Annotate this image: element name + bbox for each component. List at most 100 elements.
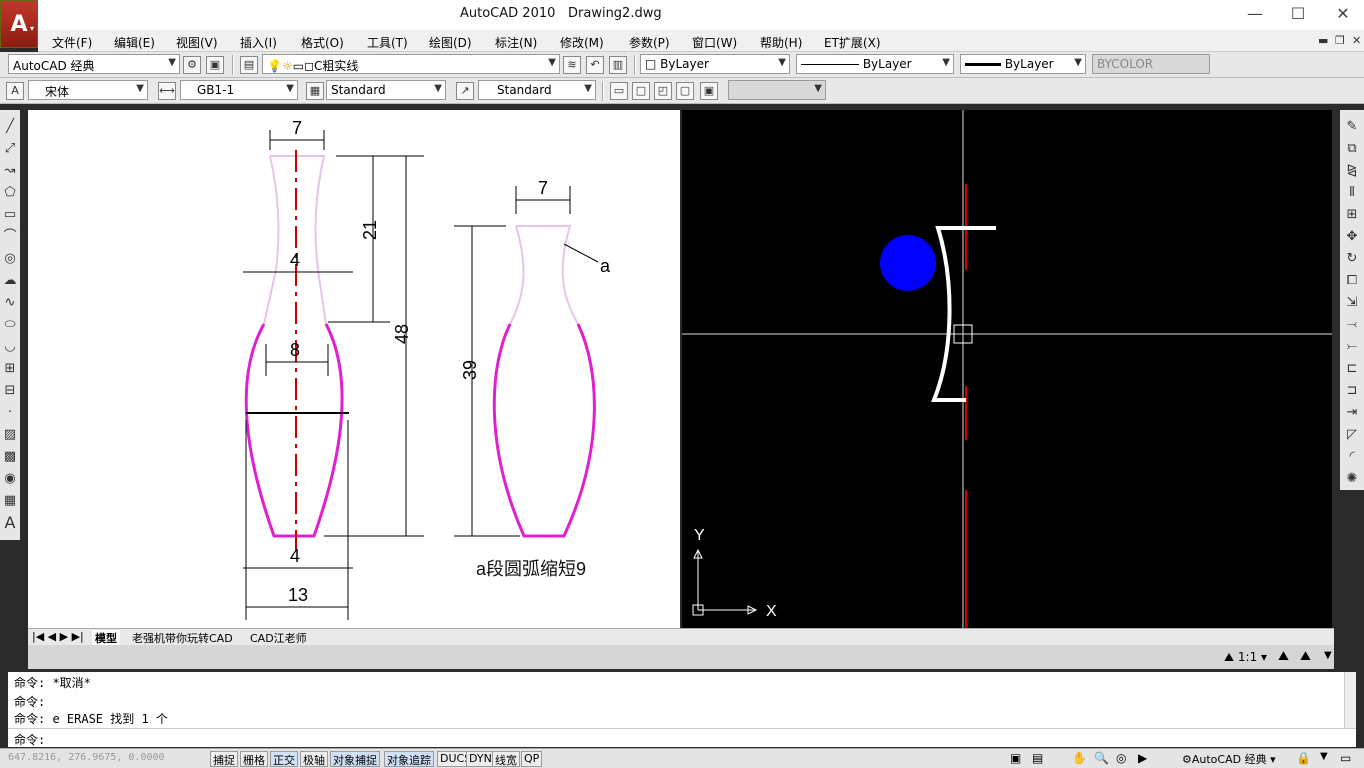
ellipse-arc-icon[interactable]: ◡ [1, 338, 19, 356]
text-style-icon[interactable]: A [6, 82, 24, 100]
auto-scale-icon[interactable]: ⛰ [1300, 649, 1311, 664]
toggle-qp[interactable]: QP [521, 751, 543, 767]
tab-nav-icon[interactable]: |◀ ◀ ▶ ▶| [32, 630, 84, 643]
tab-layout2[interactable]: CAD江老师 [250, 630, 307, 646]
chevron-down-icon[interactable]: ▼ [1320, 751, 1328, 762]
tab-layout1[interactable]: 老强机带你玩转CAD [132, 630, 233, 646]
workspace-settings-icon[interactable]: ▣ [206, 56, 224, 74]
toggle-snap[interactable]: 捕捉 [210, 751, 238, 767]
toggle-osnap[interactable]: 对象捕捉 [330, 751, 380, 767]
chamfer-icon[interactable]: ◸ [1343, 426, 1361, 444]
mtext-icon[interactable]: A [1, 514, 19, 532]
menu-format[interactable]: 格式(O) [301, 34, 344, 51]
menu-dimension[interactable]: 标注(N) [495, 34, 537, 51]
move-icon[interactable]: ✥ [1343, 228, 1361, 246]
toggle-polar[interactable]: 极轴 [300, 751, 328, 767]
minimize-button[interactable]: — [1240, 4, 1270, 24]
color-select[interactable]: □ ByLayer ▼ [640, 54, 790, 74]
workspace-switch[interactable]: ⚙AutoCAD 经典 ▾ [1182, 751, 1276, 767]
make-block-icon[interactable]: ⊟ [1, 382, 19, 400]
dim-style-icon[interactable]: ⟷ [158, 82, 176, 100]
viewport-dialog-icon[interactable]: ▭ [610, 82, 628, 100]
menu-params[interactable]: 参数(P) [629, 34, 670, 51]
array-icon[interactable]: ⊞ [1343, 206, 1361, 224]
ellipse-icon[interactable]: ⬭ [1, 316, 19, 334]
break-icon[interactable]: ⊐ [1343, 382, 1361, 400]
menu-modify[interactable]: 修改(M) [560, 34, 604, 51]
viewport-scale-select[interactable]: ▼ [728, 80, 826, 100]
annotation-visibility-icon[interactable]: ⛰ [1278, 649, 1289, 664]
spline-icon[interactable]: ∿ [1, 294, 19, 312]
multileader-style-select[interactable]: Standard ▼ [478, 80, 596, 100]
dim-style-select[interactable]: GB1-1 ▼ [180, 80, 298, 100]
menu-draw[interactable]: 绘图(D) [429, 34, 472, 51]
offset-icon[interactable]: ⫴ [1343, 184, 1361, 202]
revcloud-icon[interactable]: ☁ [1, 272, 19, 290]
layer-previous-icon[interactable]: ↶ [586, 56, 604, 74]
annotation-scale[interactable]: ⛰ 1:1 ▾ [1224, 650, 1267, 665]
lineweight-select[interactable]: ByLayer ▼ [960, 54, 1086, 74]
doc-close-icon[interactable]: ✕ [1352, 34, 1361, 47]
rectangle-icon[interactable]: ▭ [1, 206, 19, 224]
workspace-select[interactable]: AutoCAD 经典 ▼ [8, 54, 180, 74]
showmotion-icon[interactable]: ▶ [1138, 751, 1147, 765]
copy-icon[interactable]: ⧉ [1343, 140, 1361, 158]
toggle-otrack[interactable]: 对象追踪 [384, 751, 434, 767]
stretch-icon[interactable]: ⇲ [1343, 294, 1361, 312]
extend-icon[interactable]: ⤚ [1343, 338, 1361, 356]
fillet-icon[interactable]: ◜ [1343, 448, 1361, 466]
make-current-layer-icon[interactable]: ≋ [563, 56, 581, 74]
join-icon[interactable]: ⇥ [1343, 404, 1361, 422]
polyline-icon[interactable]: ↝ [1, 162, 19, 180]
rotate-icon[interactable]: ↻ [1343, 250, 1361, 268]
history-scrollbar[interactable] [1344, 672, 1356, 728]
line-icon[interactable]: ╱ [1, 118, 19, 136]
close-button[interactable]: ✕ [1328, 4, 1358, 24]
doc-minimize-icon[interactable]: ▬ [1318, 34, 1328, 47]
model-viewport[interactable]: X Y [682, 110, 1332, 628]
menu-view[interactable]: 视图(V) [176, 34, 218, 51]
menu-tools[interactable]: 工具(T) [367, 34, 408, 51]
multileader-style-icon[interactable]: ↗ [456, 82, 474, 100]
hatch-icon[interactable]: ▨ [1, 426, 19, 444]
clip-viewport-icon[interactable]: ▣ [700, 82, 718, 100]
point-icon[interactable]: · [1, 404, 19, 422]
table-style-icon[interactable]: ▦ [306, 82, 324, 100]
menu-edit[interactable]: 编辑(E) [114, 34, 155, 51]
arc-icon[interactable]: ⌒ [1, 228, 19, 246]
gear-icon[interactable]: ⚙ [183, 56, 201, 74]
menu-file[interactable]: 文件(F) [52, 34, 92, 51]
model-space-icon[interactable]: ▣ [1010, 751, 1021, 765]
single-viewport-icon[interactable]: □ [632, 82, 650, 100]
layer-manager-icon[interactable]: ▤ [240, 56, 258, 74]
toggle-lineweight[interactable]: 线宽 [492, 751, 520, 767]
command-input[interactable]: 命令: [8, 728, 1356, 747]
circle-icon[interactable]: ◎ [1, 250, 19, 268]
table-style-select[interactable]: Standard ▼ [326, 80, 446, 100]
clean-screen-icon[interactable]: ▭ [1340, 751, 1351, 765]
insert-block-icon[interactable]: ⊞ [1, 360, 19, 378]
tab-model[interactable]: 模型 [92, 630, 120, 646]
polygonal-viewport-icon[interactable]: ◰ [654, 82, 672, 100]
toggle-ortho[interactable]: 正交 [270, 751, 298, 767]
maximize-button[interactable]: ☐ [1283, 4, 1313, 24]
layer-states-icon[interactable]: ▥ [609, 56, 627, 74]
polygon-icon[interactable]: ⬠ [1, 184, 19, 202]
menu-insert[interactable]: 插入(I) [240, 34, 277, 51]
layer-select[interactable]: 💡☼▭◻C粗实线 ▼ [262, 54, 560, 74]
menu-help[interactable]: 帮助(H) [760, 34, 802, 51]
quick-view-icon[interactable]: ▤ [1032, 751, 1043, 765]
mirror-icon[interactable]: ⧎ [1343, 162, 1361, 180]
gradient-icon[interactable]: ▩ [1, 448, 19, 466]
zoom-icon[interactable]: 🔍 [1094, 751, 1109, 765]
toggle-grid[interactable]: 栅格 [240, 751, 268, 767]
chevron-down-icon[interactable]: ▼ [1324, 650, 1332, 661]
trim-icon[interactable]: ⤙ [1343, 316, 1361, 334]
pan-icon[interactable]: ✋ [1072, 751, 1087, 765]
text-style-select[interactable]: 宋体 ▼ [28, 80, 148, 100]
erase-icon[interactable]: ✎ [1343, 118, 1361, 136]
lock-icon[interactable]: 🔒 [1296, 751, 1311, 765]
steering-wheel-icon[interactable]: ◎ [1116, 751, 1126, 765]
construction-line-icon[interactable]: ⤢ [1, 140, 19, 158]
scale-icon[interactable]: ⧠ [1343, 272, 1361, 290]
